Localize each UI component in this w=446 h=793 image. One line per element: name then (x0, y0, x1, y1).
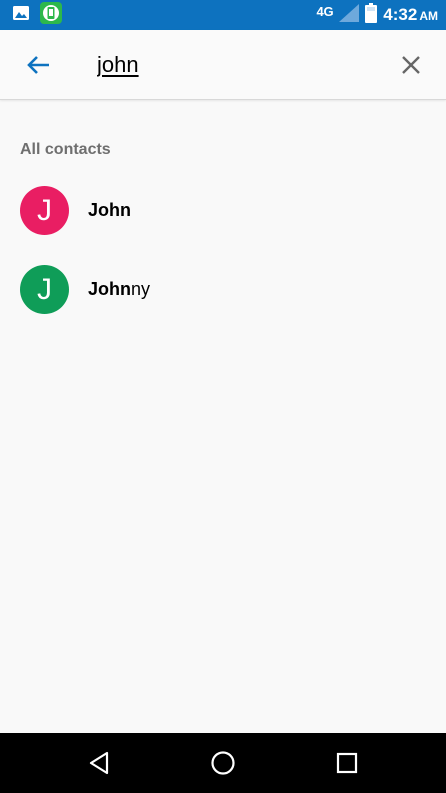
nav-home-button[interactable] (209, 749, 237, 777)
status-bar: 4G 4:32 AM (0, 0, 446, 30)
back-button[interactable] (24, 50, 54, 80)
clock: 4:32 AM (383, 5, 438, 25)
close-icon (402, 56, 420, 74)
signal-icon (339, 3, 360, 27)
network-type-label: 4G (316, 3, 334, 19)
avatar: J (20, 186, 69, 235)
nav-back-button[interactable] (86, 749, 114, 777)
image-notification-icon (12, 4, 30, 27)
battery-icon (365, 2, 378, 28)
clock-ampm: AM (419, 9, 438, 23)
contact-name: John (88, 200, 131, 221)
clear-search-button[interactable] (398, 52, 424, 78)
search-input[interactable] (97, 50, 367, 80)
status-notifications (12, 1, 62, 27)
status-system: 4G 4:32 AM (317, 0, 438, 30)
nav-home-icon (211, 751, 235, 775)
contact-row-john[interactable]: J John (0, 176, 446, 246)
search-toolbar (0, 30, 446, 100)
contact-name-match: John (88, 200, 131, 220)
section-header-all-contacts: All contacts (20, 141, 111, 158)
screen-recorder-icon (40, 1, 62, 29)
clock-time: 4:32 (383, 5, 418, 24)
contact-name-match: John (88, 279, 131, 299)
contact-name: Johnny (88, 279, 150, 300)
navigation-bar (0, 733, 446, 793)
nav-recents-button[interactable] (333, 749, 361, 777)
contact-name-rest: ny (131, 279, 151, 299)
nav-back-icon (89, 751, 109, 775)
contact-row-johnny[interactable]: J Johnny (0, 255, 446, 325)
nav-recents-icon (336, 752, 358, 774)
arrow-back-icon (27, 56, 49, 74)
avatar: J (20, 265, 69, 314)
